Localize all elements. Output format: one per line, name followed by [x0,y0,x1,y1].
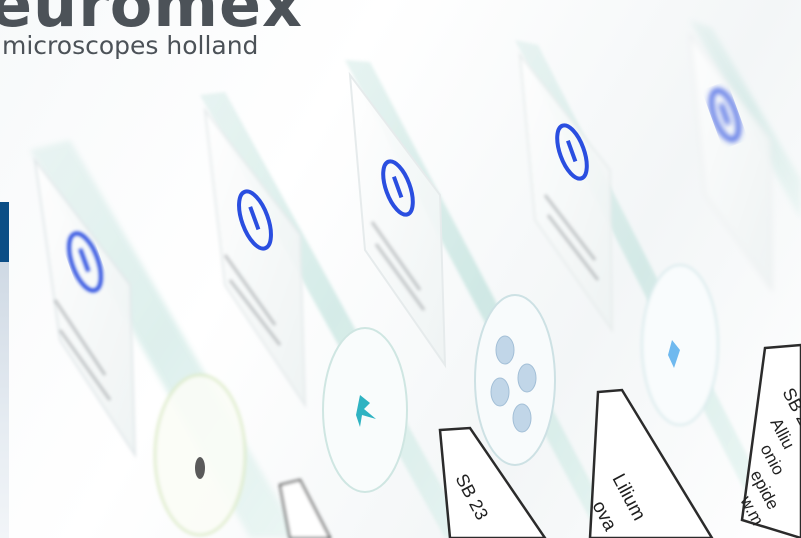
left-accent-bar [0,202,9,262]
left-accent-fade [0,262,9,538]
logo-tagline: microscopes holland [2,31,259,60]
microscope-slides-image: SB 23 Lilium ova SB 2 Alliu onio epide w… [30,20,801,538]
brand-logo[interactable]: euromex microscopes holland [0,0,303,60]
hero-image: SB 23 Lilium ova SB 2 Alliu onio epide w… [0,0,801,538]
